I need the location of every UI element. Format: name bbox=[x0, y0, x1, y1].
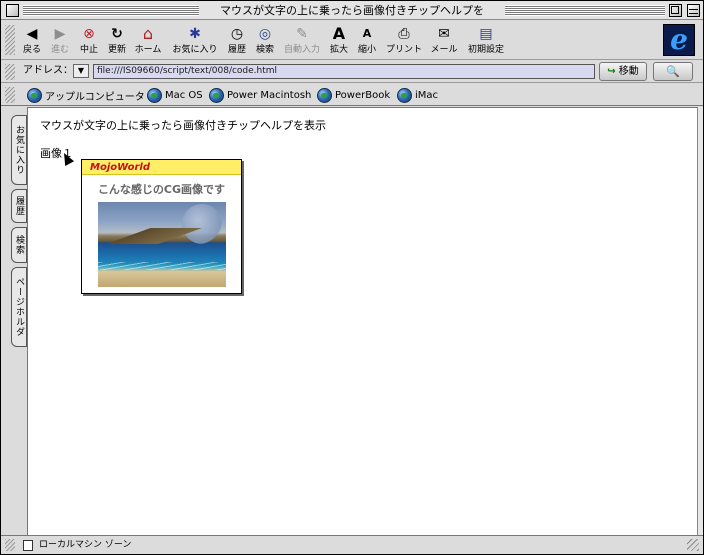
title-stripes-right bbox=[505, 5, 665, 16]
window-title: マウスが文字の上に乗ったら画像付きチップヘルプを bbox=[201, 4, 503, 17]
mail-label: メール bbox=[430, 45, 458, 55]
forward-arrow-icon: ▶ bbox=[54, 26, 66, 42]
favorite-link-apple[interactable]: アップルコンピュータ bbox=[27, 87, 145, 103]
favorite-link-macos[interactable]: Mac OS bbox=[147, 87, 203, 103]
print-button[interactable]: ⎙ プリント bbox=[386, 25, 422, 57]
title-stripes-left bbox=[23, 5, 199, 16]
cg-landscape-image bbox=[98, 202, 226, 287]
globe-icon bbox=[317, 87, 332, 103]
go-arrow-icon: ↪ bbox=[607, 66, 616, 77]
print-label: プリント bbox=[385, 45, 422, 55]
preferences-label: 初期設定 bbox=[467, 45, 504, 55]
address-label: アドレス： bbox=[23, 65, 73, 76]
favorite-label: PowerBook bbox=[335, 89, 391, 101]
autofill-icon: ✎ bbox=[296, 26, 308, 42]
tab-page-holder[interactable]: ページホルダ bbox=[11, 267, 27, 347]
chevron-down-icon: ▼ bbox=[77, 66, 85, 75]
text-smaller-icon: A bbox=[362, 27, 372, 40]
magnifier-icon: 🔍 bbox=[666, 65, 680, 78]
autofill-button[interactable]: ✎ 自動入力 bbox=[284, 25, 320, 57]
back-button[interactable]: ◀ 戻る bbox=[21, 25, 43, 57]
favorites-bar-grip[interactable] bbox=[5, 87, 15, 103]
globe-icon bbox=[209, 87, 224, 103]
favorite-label: iMac bbox=[415, 89, 439, 101]
address-history-dropdown[interactable]: ▼ bbox=[73, 64, 89, 78]
tooltip-header: MojoWorld bbox=[82, 160, 241, 175]
go-button[interactable]: ↪ 移動 bbox=[599, 62, 647, 81]
status-bar: ローカルマシン ゾーン bbox=[1, 535, 703, 554]
text-smaller-button[interactable]: A 縮小 bbox=[356, 25, 378, 57]
surf-shape bbox=[98, 262, 226, 270]
globe-icon bbox=[397, 87, 412, 103]
title-bar[interactable]: マウスが文字の上に乗ったら画像付きチップヘルプを bbox=[1, 1, 703, 20]
favorites-button[interactable]: ✱ お気に入り bbox=[172, 25, 217, 57]
favorites-label: お気に入り bbox=[172, 45, 218, 55]
collapse-box[interactable] bbox=[687, 4, 700, 17]
address-input[interactable]: file:///IS09660/script/text/008/code.htm… bbox=[93, 64, 595, 79]
security-zone: ローカルマシン ゾーン bbox=[39, 540, 132, 550]
text-smaller-label: 縮小 bbox=[357, 45, 376, 55]
search-button[interactable]: ◎ 検索 bbox=[254, 25, 276, 57]
page-heading: マウスが文字の上に乗ったら画像付きチップヘルプを表示 bbox=[40, 119, 326, 132]
text-larger-icon: A bbox=[332, 24, 346, 43]
tab-search[interactable]: 検索 bbox=[11, 227, 27, 263]
globe-icon bbox=[27, 87, 42, 103]
refresh-button[interactable]: ↻ 更新 bbox=[106, 25, 128, 57]
globe-icon bbox=[147, 87, 162, 103]
favorites-icon: ✱ bbox=[189, 26, 201, 42]
zone-icon bbox=[23, 540, 33, 551]
address-bar: アドレス： ▼ file:///IS09660/script/text/008/… bbox=[1, 61, 703, 83]
history-button[interactable]: ◷ 履歴 bbox=[226, 25, 248, 57]
search-icon: ◎ bbox=[258, 26, 272, 42]
home-label: ホーム bbox=[134, 45, 162, 55]
explorer-tab-strip: お気に入り 履歴 検索 ページホルダ bbox=[1, 107, 27, 535]
browser-window: マウスが文字の上に乗ったら画像付きチップヘルプを ◀ 戻る ▶ 進む ⊗ 中止 … bbox=[0, 0, 704, 555]
tooltip-caption: こんな感じのCG画像です bbox=[97, 183, 226, 196]
go-label: 移動 bbox=[618, 66, 639, 77]
hills-shape bbox=[98, 228, 226, 244]
home-button[interactable]: ⌂ ホーム bbox=[135, 24, 162, 57]
back-arrow-icon: ◀ bbox=[26, 26, 38, 42]
mail-button[interactable]: ✉ メール bbox=[430, 25, 457, 57]
favorite-link-powerbook[interactable]: PowerBook bbox=[317, 87, 390, 103]
tooltip-brand: MojoWorld bbox=[90, 162, 150, 173]
resize-handle[interactable] bbox=[687, 539, 699, 551]
browser-logo[interactable]: e bbox=[663, 24, 695, 56]
text-larger-button[interactable]: A 拡大 bbox=[328, 25, 350, 57]
button-bar: ◀ 戻る ▶ 進む ⊗ 中止 ↻ 更新 ⌂ ホーム ✱ お気に入り ◷ 履歴 ◎ bbox=[1, 21, 703, 60]
stop-button[interactable]: ⊗ 中止 bbox=[78, 25, 100, 57]
refresh-icon: ↻ bbox=[111, 26, 123, 42]
status-bar-grip bbox=[5, 539, 15, 551]
favorite-label: Mac OS bbox=[165, 89, 203, 101]
address-bar-grip[interactable] bbox=[5, 64, 15, 80]
button-bar-grip[interactable] bbox=[5, 25, 15, 55]
favorite-link-imac[interactable]: iMac bbox=[397, 87, 438, 103]
favorites-bar: アップルコンピュータ Mac OS Power Macintosh PowerB… bbox=[1, 84, 703, 106]
zoom-box[interactable] bbox=[669, 4, 682, 17]
forward-button[interactable]: ▶ 進む bbox=[49, 25, 71, 57]
refresh-label: 更新 bbox=[107, 45, 126, 55]
mail-icon: ✉ bbox=[438, 26, 450, 42]
search-label: 検索 bbox=[255, 45, 274, 55]
history-icon: ◷ bbox=[230, 26, 244, 42]
stop-icon: ⊗ bbox=[83, 26, 95, 42]
favorite-label: Power Macintosh bbox=[227, 89, 312, 101]
content-edge bbox=[697, 107, 703, 535]
preferences-button[interactable]: ▤ 初期設定 bbox=[468, 25, 504, 57]
print-icon: ⎙ bbox=[398, 26, 410, 42]
autofill-label: 自動入力 bbox=[283, 45, 320, 55]
page-content[interactable]: マウスが文字の上に乗ったら画像付きチップヘルプを表示 画像１ MojoWorld… bbox=[27, 107, 697, 535]
image-tooltip: MojoWorld こんな感じのCG画像です bbox=[81, 159, 242, 294]
home-icon: ⌂ bbox=[142, 24, 154, 43]
preferences-icon: ▤ bbox=[479, 26, 493, 42]
favorite-link-power-macintosh[interactable]: Power Macintosh bbox=[209, 87, 311, 103]
tab-history[interactable]: 履歴 bbox=[11, 189, 27, 223]
close-box[interactable] bbox=[6, 4, 19, 17]
favorite-label: アップルコンピュータ bbox=[45, 91, 145, 103]
quick-search-button[interactable]: 🔍 bbox=[653, 62, 693, 81]
tab-favorites[interactable]: お気に入り bbox=[11, 115, 27, 185]
